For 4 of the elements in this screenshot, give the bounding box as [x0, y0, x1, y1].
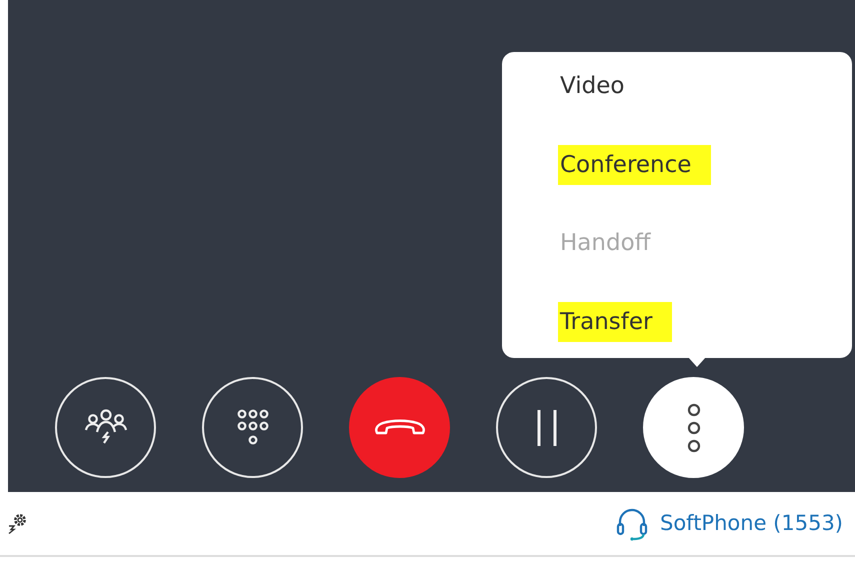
menu-item[interactable]: Conference: [558, 144, 712, 185]
menu-item[interactable]: Transfer: [558, 302, 672, 342]
menu-item[interactable]: Video: [558, 66, 626, 106]
softphone-label[interactable]: SoftPhone (1553): [660, 508, 843, 540]
